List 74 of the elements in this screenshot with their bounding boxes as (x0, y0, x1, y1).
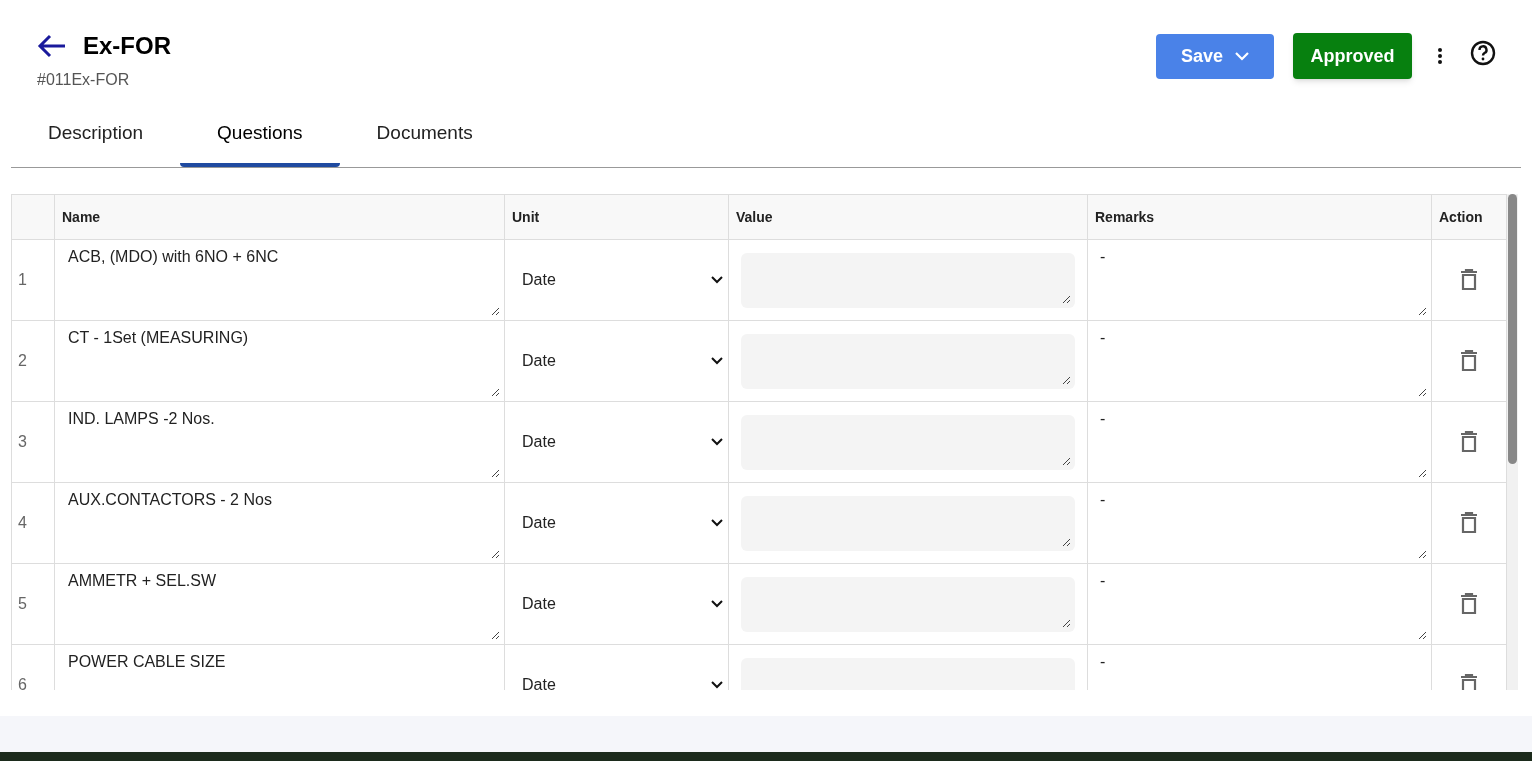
name-field[interactable]: AUX.CONTACTORS - 2 Nos (55, 483, 505, 563)
record-id: #011Ex-FOR (37, 70, 131, 90)
unit-select[interactable]: Date (505, 349, 727, 373)
chevron-down-icon (1235, 51, 1249, 61)
delete-button[interactable] (1458, 348, 1480, 374)
value-field[interactable] (741, 252, 1075, 308)
chevron-down-icon (711, 681, 723, 689)
resize-grip-icon[interactable] (1062, 456, 1071, 466)
resize-grip-icon[interactable] (1062, 618, 1071, 628)
resize-grip-icon[interactable] (1418, 631, 1427, 640)
resize-grip-icon[interactable] (1062, 294, 1071, 304)
row-number: 4 (12, 483, 55, 563)
value-field[interactable] (741, 495, 1075, 551)
trash-icon (1460, 674, 1478, 690)
resize-grip-icon[interactable] (1062, 537, 1071, 547)
name-field[interactable]: IND. LAMPS -2 Nos. (55, 402, 505, 482)
trash-icon (1460, 512, 1478, 534)
column-header: Unit (505, 195, 729, 239)
remarks-field[interactable]: - (1088, 321, 1432, 401)
tab[interactable]: Description (11, 103, 181, 167)
trash-icon (1460, 431, 1478, 453)
unit-select[interactable]: Date (505, 430, 727, 454)
trash-icon (1460, 269, 1478, 291)
name-field[interactable]: ACB, (MDO) with 6NO + 6NC (55, 240, 505, 320)
delete-button[interactable] (1458, 429, 1480, 455)
row-number: 3 (12, 402, 55, 482)
row-number: 5 (12, 564, 55, 644)
chevron-down-icon (711, 600, 723, 608)
tab[interactable]: Questions (180, 103, 340, 167)
chevron-down-icon (711, 438, 723, 446)
trash-icon (1460, 350, 1478, 372)
resize-grip-icon[interactable] (1418, 388, 1427, 397)
chevron-down-icon (711, 357, 723, 365)
unit-select[interactable]: Date (505, 673, 727, 690)
resize-grip-icon[interactable] (1418, 307, 1427, 316)
remarks-field[interactable]: - (1088, 402, 1432, 482)
tab[interactable]: Documents (339, 103, 510, 167)
column-header: Remarks (1088, 195, 1432, 239)
resize-grip-icon[interactable] (491, 388, 500, 397)
resize-grip-icon[interactable] (491, 631, 500, 640)
resize-grip-icon[interactable] (1418, 550, 1427, 559)
name-field[interactable]: AMMETR + SEL.SW (55, 564, 505, 644)
value-field[interactable] (741, 576, 1075, 632)
unit-select[interactable]: Date (505, 511, 727, 535)
value-field[interactable] (741, 414, 1075, 470)
more-options-icon[interactable] (1437, 47, 1443, 65)
delete-button[interactable] (1458, 591, 1480, 617)
delete-button[interactable] (1458, 267, 1480, 293)
resize-grip-icon[interactable] (491, 469, 500, 478)
remarks-field[interactable]: - (1088, 240, 1432, 320)
row-number: 2 (12, 321, 55, 401)
chevron-down-icon (711, 276, 723, 284)
remarks-field[interactable]: - (1088, 564, 1432, 644)
resize-grip-icon[interactable] (1062, 375, 1071, 385)
column-header: Value (729, 195, 1088, 239)
chevron-down-icon (711, 519, 723, 527)
resize-grip-icon[interactable] (1418, 469, 1427, 478)
approved-button[interactable]: Approved (1293, 33, 1412, 79)
remarks-field[interactable]: - (1088, 483, 1432, 563)
name-field[interactable]: CT - 1Set (MEASURING) (55, 321, 505, 401)
column-header: Name (55, 195, 505, 239)
unit-select[interactable]: Date (505, 592, 727, 616)
trash-icon (1460, 593, 1478, 615)
value-field[interactable] (741, 333, 1075, 389)
back-arrow-icon[interactable] (37, 33, 67, 59)
unit-select[interactable]: Date (505, 268, 727, 292)
help-icon[interactable] (1470, 40, 1496, 66)
page-title: Ex-FOR (83, 31, 171, 61)
resize-grip-icon[interactable] (491, 550, 500, 559)
resize-grip-icon[interactable] (491, 307, 500, 316)
scrollbar-thumb[interactable] (1508, 194, 1517, 464)
save-button[interactable]: Save (1156, 33, 1274, 79)
delete-button[interactable] (1458, 510, 1480, 536)
row-number: 1 (12, 240, 55, 320)
